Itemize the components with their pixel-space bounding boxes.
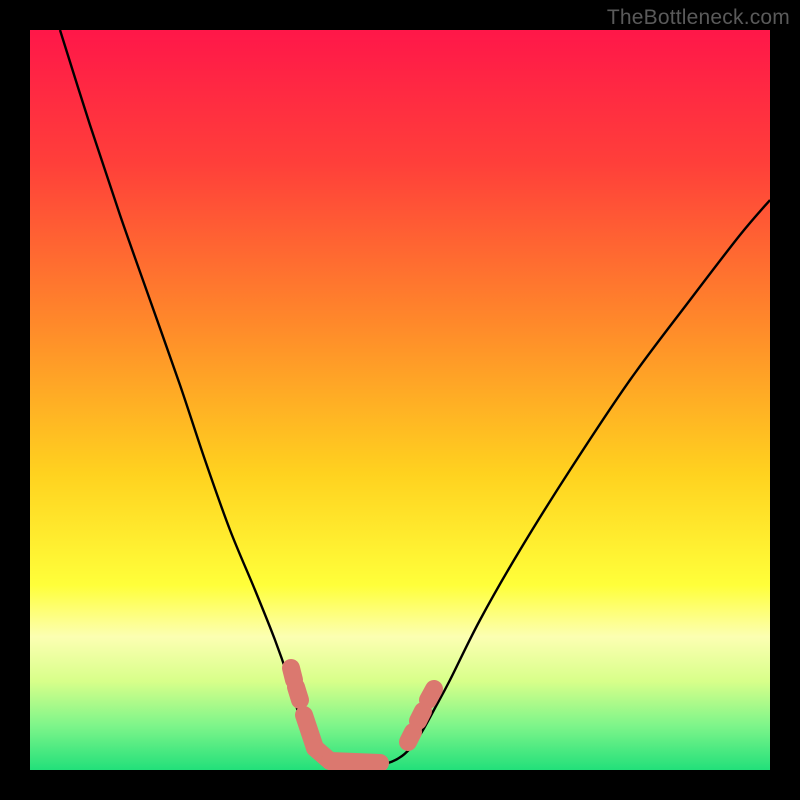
watermark-text: TheBottleneck.com [607,6,790,30]
gradient-background [30,30,770,770]
chart-plot-area [30,30,770,770]
chart-svg [30,30,770,770]
chart-frame: TheBottleneck.com [0,0,800,800]
